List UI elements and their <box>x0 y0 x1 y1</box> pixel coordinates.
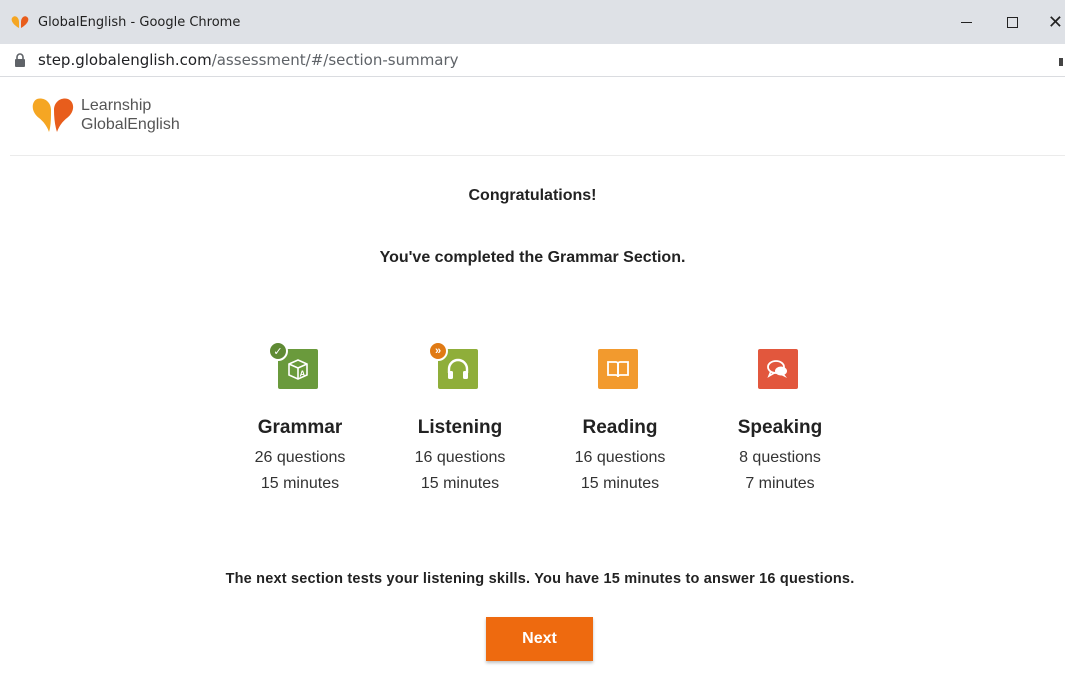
url-path: /assessment/#/section-summary <box>211 51 459 69</box>
logo-quote-icon <box>32 98 74 132</box>
extension-icon[interactable] <box>1059 58 1063 66</box>
congratulations-heading: Congratulations! <box>468 187 597 204</box>
address-bar[interactable]: step.globalenglish.com/assessment/#/sect… <box>0 44 1065 77</box>
section-questions: 16 questions <box>414 449 506 466</box>
svg-text:A: A <box>300 370 306 379</box>
section-minutes: 15 minutes <box>420 475 500 492</box>
section-questions: 8 questions <box>739 449 821 466</box>
window-title: GlobalEnglish - Google Chrome <box>38 14 241 30</box>
section-questions: 16 questions <box>574 449 666 466</box>
url-host: step.globalenglish.com <box>38 51 212 69</box>
section-name: Grammar <box>257 417 343 438</box>
maximize-icon <box>1006 16 1018 28</box>
section-name: Speaking <box>737 417 823 438</box>
maximize-button[interactable] <box>989 0 1035 44</box>
learnship-logo[interactable]: Learnship GlobalEnglish <box>31 96 180 134</box>
section-questions: 26 questions <box>254 449 346 466</box>
book-icon <box>607 361 629 378</box>
globalenglish-favicon-icon <box>10 13 32 31</box>
speaking-tile <box>758 349 798 389</box>
logo-line-2: GlobalEnglish <box>81 116 180 133</box>
section-minutes: 7 minutes <box>745 475 815 492</box>
minimize-button[interactable] <box>943 0 989 44</box>
sections-summary: A ✓ Grammar 26 questions 15 minutes » Li… <box>230 341 850 515</box>
browser-titlebar: GlobalEnglish - Google Chrome ✕ <box>0 0 1065 44</box>
completed-message: You've completed the Grammar Section. <box>379 249 686 266</box>
url-text[interactable]: step.globalenglish.com/assessment/#/sect… <box>38 51 459 69</box>
next-arrow-icon: » <box>428 341 448 361</box>
close-icon: ✕ <box>1047 11 1063 32</box>
section-speaking: Speaking 8 questions 7 minutes <box>710 345 850 497</box>
close-button[interactable]: ✕ <box>1035 0 1065 44</box>
lock-icon <box>14 53 26 67</box>
section-name: Listening <box>417 417 503 438</box>
block-a-icon: A <box>288 359 308 380</box>
logo-line-1: Learnship <box>81 97 152 114</box>
next-button[interactable]: Next <box>486 617 593 661</box>
next-section-info: The next section tests your listening sk… <box>225 571 855 587</box>
section-grammar: A ✓ Grammar 26 questions 15 minutes <box>230 341 370 497</box>
section-listening: » Listening 16 questions 15 minutes <box>390 341 530 497</box>
section-minutes: 15 minutes <box>260 475 340 492</box>
section-minutes: 15 minutes <box>580 475 660 492</box>
section-name: Reading <box>582 417 658 438</box>
headphones-icon <box>447 358 469 379</box>
minimize-icon <box>960 21 972 23</box>
page-header: Learnship GlobalEnglish <box>10 78 1065 156</box>
section-reading: Reading 16 questions 15 minutes <box>550 345 690 497</box>
reading-tile <box>598 349 638 389</box>
completed-check-icon: ✓ <box>268 341 288 361</box>
speech-bubble-icon <box>767 360 787 378</box>
